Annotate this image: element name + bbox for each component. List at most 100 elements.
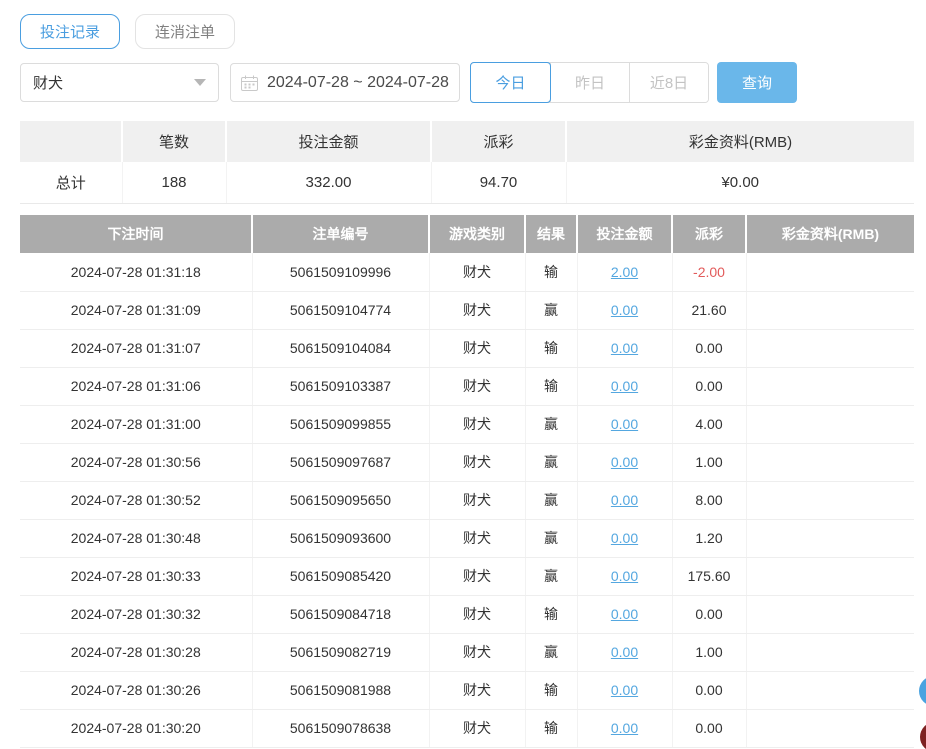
- header-result: 结果: [525, 215, 577, 253]
- game-select[interactable]: 财犬: [20, 63, 219, 102]
- date-range-input[interactable]: 2024-07-28 ~ 2024-07-28: [230, 63, 460, 102]
- game-select-value: 财犬: [33, 72, 194, 93]
- payout-cell: 0.00: [672, 671, 746, 709]
- bet-time-cell: 2024-07-28 01:30:33: [20, 557, 252, 595]
- calendar-icon: [241, 75, 258, 91]
- game-type-cell: 财犬: [429, 671, 525, 709]
- floating-action-button[interactable]: [920, 722, 926, 749]
- payout-cell: 1.20: [672, 519, 746, 557]
- game-type-cell: 财犬: [429, 633, 525, 671]
- quick-range-yesterday[interactable]: 昨日: [550, 63, 629, 102]
- result-cell: 赢: [525, 405, 577, 443]
- tab-cancelled-orders[interactable]: 连消注单: [135, 14, 235, 49]
- bonus-cell: [746, 519, 914, 557]
- summary-header-blank: [20, 121, 122, 162]
- table-row: 2024-07-28 01:30:33 5061509085420 财犬 赢 0…: [20, 557, 914, 595]
- summary-header-bonus: 彩金资料(RMB): [566, 121, 914, 162]
- bet-amount-link[interactable]: 0.00: [611, 644, 638, 660]
- filter-bar: 财犬 2024-07-28 ~ 2024-07-28 今日 昨日 近8日 查询: [20, 62, 797, 103]
- bonus-cell: [746, 557, 914, 595]
- summary-header-row: 笔数 投注金额 派彩 彩金资料(RMB): [20, 121, 914, 162]
- order-number-cell: 5061509081988: [252, 671, 429, 709]
- bet-amount-cell: 0.00: [577, 405, 672, 443]
- bet-time-cell: 2024-07-28 01:30:28: [20, 633, 252, 671]
- result-cell: 赢: [525, 443, 577, 481]
- summary-total-bonus: ¥0.00: [566, 162, 914, 203]
- bet-amount-link[interactable]: 2.00: [611, 264, 638, 280]
- game-type-cell: 财犬: [429, 595, 525, 633]
- payout-cell: 0.00: [672, 595, 746, 633]
- bet-time-cell: 2024-07-28 01:31:07: [20, 329, 252, 367]
- table-row: 2024-07-28 01:30:56 5061509097687 财犬 赢 0…: [20, 443, 914, 481]
- game-type-cell: 财犬: [429, 367, 525, 405]
- result-cell: 输: [525, 709, 577, 747]
- game-type-cell: 财犬: [429, 709, 525, 747]
- bet-amount-cell: 0.00: [577, 291, 672, 329]
- bet-amount-link[interactable]: 0.00: [611, 720, 638, 736]
- tab-betting-records[interactable]: 投注记录: [20, 14, 120, 49]
- summary-total-bet-amount: 332.00: [226, 162, 431, 203]
- chevron-down-icon: [194, 79, 206, 86]
- table-row: 2024-07-28 01:31:18 5061509109996 财犬 输 2…: [20, 253, 914, 291]
- bonus-cell: [746, 443, 914, 481]
- payout-cell: 8.00: [672, 481, 746, 519]
- bet-amount-cell: 0.00: [577, 595, 672, 633]
- order-number-cell: 5061509109996: [252, 253, 429, 291]
- table-row: 2024-07-28 01:31:09 5061509104774 财犬 赢 0…: [20, 291, 914, 329]
- bet-amount-link[interactable]: 0.00: [611, 568, 638, 584]
- records-table: 下注时间 注单编号 游戏类别 结果 投注金额 派彩 彩金资料(RMB) 2024…: [20, 215, 914, 748]
- bet-amount-link[interactable]: 0.00: [611, 416, 638, 432]
- order-number-cell: 5061509097687: [252, 443, 429, 481]
- bet-amount-link[interactable]: 0.00: [611, 378, 638, 394]
- bonus-cell: [746, 671, 914, 709]
- bet-time-cell: 2024-07-28 01:30:20: [20, 709, 252, 747]
- bet-amount-link[interactable]: 0.00: [611, 492, 638, 508]
- bet-amount-link[interactable]: 0.00: [611, 340, 638, 356]
- order-number-cell: 5061509103387: [252, 367, 429, 405]
- bet-amount-cell: 0.00: [577, 671, 672, 709]
- header-bonus: 彩金资料(RMB): [746, 215, 914, 253]
- quick-range-group: 今日 昨日 近8日: [470, 62, 709, 103]
- records-header-row: 下注时间 注单编号 游戏类别 结果 投注金额 派彩 彩金资料(RMB): [20, 215, 914, 253]
- quick-range-last8days[interactable]: 近8日: [629, 63, 708, 102]
- result-cell: 输: [525, 595, 577, 633]
- payout-cell: 175.60: [672, 557, 746, 595]
- bet-amount-link[interactable]: 0.00: [611, 606, 638, 622]
- payout-cell: 4.00: [672, 405, 746, 443]
- bonus-cell: [746, 595, 914, 633]
- result-cell: 输: [525, 253, 577, 291]
- table-row: 2024-07-28 01:30:26 5061509081988 财犬 输 0…: [20, 671, 914, 709]
- table-row: 2024-07-28 01:30:28 5061509082719 财犬 赢 0…: [20, 633, 914, 671]
- order-number-cell: 5061509104774: [252, 291, 429, 329]
- result-cell: 输: [525, 671, 577, 709]
- floating-service-button[interactable]: [919, 676, 926, 706]
- date-range-value: 2024-07-28 ~ 2024-07-28: [267, 74, 449, 92]
- header-bet-amount: 投注金额: [577, 215, 672, 253]
- query-button[interactable]: 查询: [717, 62, 797, 103]
- header-order-number: 注单编号: [252, 215, 429, 253]
- bonus-cell: [746, 291, 914, 329]
- order-number-cell: 5061509093600: [252, 519, 429, 557]
- bet-time-cell: 2024-07-28 01:31:06: [20, 367, 252, 405]
- payout-cell: 1.00: [672, 633, 746, 671]
- result-cell: 赢: [525, 481, 577, 519]
- bet-time-cell: 2024-07-28 01:30:32: [20, 595, 252, 633]
- bet-amount-link[interactable]: 0.00: [611, 682, 638, 698]
- bet-amount-link[interactable]: 0.00: [611, 530, 638, 546]
- bet-amount-link[interactable]: 0.00: [611, 454, 638, 470]
- bet-amount-link[interactable]: 0.00: [611, 302, 638, 318]
- bonus-cell: [746, 329, 914, 367]
- bet-time-cell: 2024-07-28 01:30:56: [20, 443, 252, 481]
- game-type-cell: 财犬: [429, 519, 525, 557]
- game-type-cell: 财犬: [429, 557, 525, 595]
- bonus-cell: [746, 709, 914, 747]
- bet-amount-cell: 0.00: [577, 519, 672, 557]
- quick-range-today[interactable]: 今日: [470, 62, 551, 103]
- bet-amount-cell: 0.00: [577, 329, 672, 367]
- result-cell: 赢: [525, 291, 577, 329]
- bonus-cell: [746, 481, 914, 519]
- game-type-cell: 财犬: [429, 329, 525, 367]
- payout-cell: 0.00: [672, 709, 746, 747]
- bonus-cell: [746, 367, 914, 405]
- payout-cell: 1.00: [672, 443, 746, 481]
